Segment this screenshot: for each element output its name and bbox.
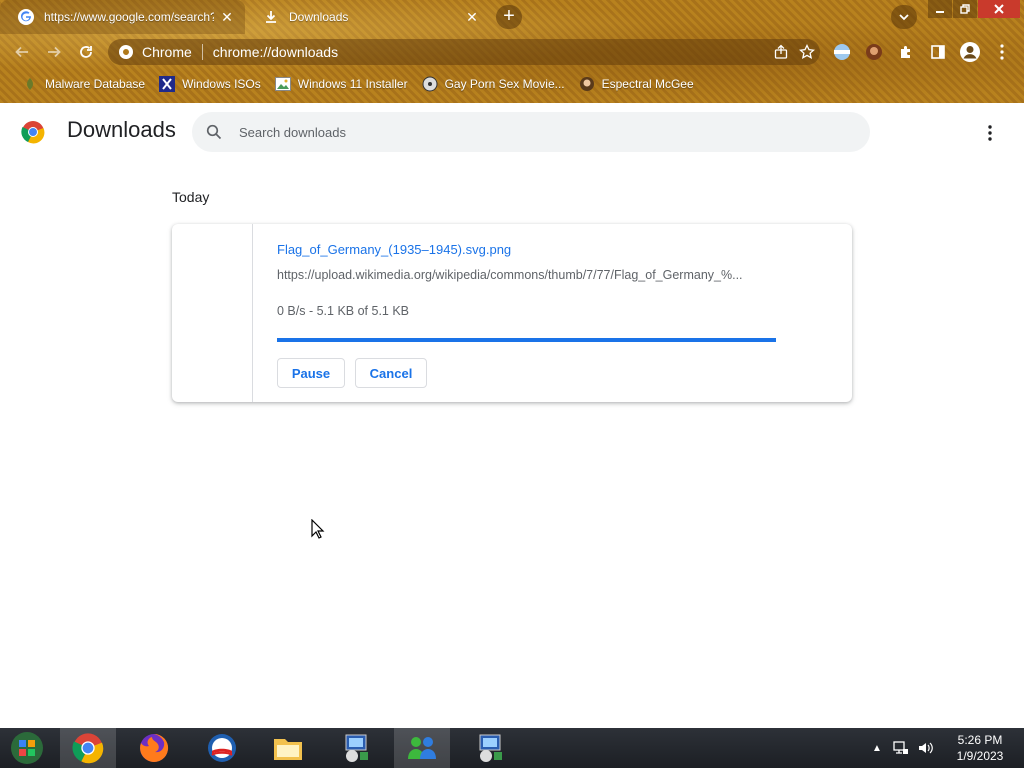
avatar-icon [579, 76, 595, 92]
chrome-icon [72, 733, 104, 764]
reload-icon [80, 46, 92, 58]
start-button[interactable] [0, 728, 54, 768]
tab-downloads[interactable]: Downloads ✕ [245, 0, 490, 34]
download-icon [263, 9, 279, 25]
share-icon[interactable] [768, 39, 794, 65]
firefox-icon [140, 733, 169, 762]
bookmark-windows-isos[interactable]: Windows ISOs [159, 76, 261, 92]
bookmark-label: Malware Database [45, 77, 146, 91]
page-title: Downloads [67, 117, 176, 142]
tab-strip: https://www.google.com/search?q ✕ Downlo… [0, 0, 1024, 34]
forward-arrow-icon [48, 46, 61, 58]
search-input[interactable] [237, 123, 841, 141]
tab-close-icon[interactable]: ✕ [463, 8, 481, 26]
bookmark-movie[interactable]: Gay Porn Sex Movie... [422, 76, 565, 92]
chrome-menu-icon[interactable] [990, 40, 1014, 64]
folder-icon [274, 739, 302, 760]
messenger-people-icon [408, 737, 436, 759]
tab-close-icon[interactable]: ✕ [218, 8, 236, 26]
taskbar-file-explorer[interactable] [260, 728, 316, 768]
volume-tray-icon[interactable] [914, 728, 936, 768]
extension-avatar-icon[interactable] [862, 40, 886, 64]
address-bar[interactable]: Chrome chrome://downloads [108, 39, 820, 65]
date-header: Today [172, 189, 210, 205]
x-icon [159, 76, 176, 92]
new-tab-button[interactable]: + [496, 5, 522, 29]
minimize-button[interactable] [928, 0, 952, 18]
show-hidden-icons[interactable]: ▲ [868, 728, 886, 768]
omnibox-divider [201, 44, 203, 60]
downloads-page: Downloads Today Flag_of_Germany_(1935–19… [0, 103, 1024, 728]
taskbar-chrome[interactable] [60, 728, 116, 768]
bookmarks-bar: Malware Database Windows ISOs Windows 11… [0, 70, 1024, 98]
more-actions-icon[interactable] [978, 121, 1002, 145]
file-name-link[interactable]: Flag_of_Germany_(1935–1945).svg.png [277, 242, 511, 257]
clock-time: 5:26 PM [957, 733, 1003, 747]
bookmark-label: Gay Porn Sex Movie... [444, 77, 565, 91]
bookmark-star-icon[interactable] [794, 39, 820, 65]
chrome-icon [119, 45, 133, 59]
file-icon-area [172, 224, 253, 402]
restore-button[interactable] [953, 0, 977, 18]
chrome-logo-icon [21, 120, 45, 144]
back-arrow-icon [15, 46, 28, 58]
taskbar: ▲ 5:26 PM 1/9/2023 [0, 728, 1024, 768]
taskbar-obama-app[interactable] [194, 728, 250, 768]
tab-title: https://www.google.com/search?q [44, 10, 214, 24]
download-progress-fill [277, 338, 776, 342]
mouse-cursor-icon [311, 519, 325, 539]
taskbar-firefox[interactable] [126, 728, 182, 768]
download-progress-bar [277, 338, 776, 342]
bookmark-label: Windows 11 Installer [297, 77, 408, 91]
source-url[interactable]: https://upload.wikimedia.org/wikipedia/c… [277, 268, 777, 282]
taskbar-network-setup-2[interactable] [462, 728, 518, 768]
chevron-down-icon [899, 14, 909, 21]
close-window-button[interactable] [978, 0, 1020, 18]
bookmark-windows-11-installer[interactable]: Windows 11 Installer [274, 76, 408, 92]
download-item: Flag_of_Germany_(1935–1945).svg.png http… [172, 224, 852, 402]
cancel-button[interactable]: Cancel [355, 358, 427, 388]
download-status: 0 B/s - 5.1 KB of 5.1 KB [277, 304, 410, 318]
extensions-puzzle-icon[interactable] [894, 40, 918, 64]
site-label: Chrome [142, 44, 192, 60]
obama-logo-icon [208, 734, 236, 762]
clock-date: 1/9/2023 [956, 749, 1004, 763]
tab-google-search[interactable]: https://www.google.com/search?q ✕ [0, 0, 245, 34]
start-orb-icon [11, 732, 43, 764]
image-icon [274, 76, 291, 92]
profile-avatar-icon[interactable] [958, 40, 982, 64]
network-setup-icon [479, 734, 502, 762]
toolbar: Chrome chrome://downloads [0, 34, 1024, 70]
tab-search-button[interactable] [891, 5, 917, 29]
url-text[interactable]: chrome://downloads [213, 44, 768, 60]
forward-button[interactable] [40, 38, 68, 66]
search-icon [204, 122, 224, 142]
search-bar[interactable] [192, 112, 870, 152]
taskbar-network-setup[interactable] [328, 728, 384, 768]
network-tray-icon[interactable] [890, 728, 912, 768]
bookmark-label: Espectral McGee [601, 77, 694, 91]
taskbar-messenger[interactable] [394, 728, 450, 768]
google-g-icon [18, 9, 34, 25]
bookmark-malware-database[interactable]: Malware Database [22, 76, 145, 92]
reload-button[interactable] [72, 38, 100, 66]
bookmark-espectral-mcgee[interactable]: Espectral McGee [579, 76, 694, 92]
tab-title: Downloads [289, 10, 349, 24]
back-button[interactable] [8, 38, 36, 66]
pause-button[interactable]: Pause [277, 358, 345, 388]
leaf-icon [22, 76, 38, 92]
network-setup-icon [345, 734, 368, 762]
side-panel-icon[interactable] [926, 40, 950, 64]
system-clock[interactable]: 5:26 PM 1/9/2023 [944, 732, 1016, 764]
extension-flag-icon[interactable] [830, 40, 854, 64]
bookmark-label: Windows ISOs [182, 77, 261, 91]
browser-frame: https://www.google.com/search?q ✕ Downlo… [0, 0, 1024, 103]
disc-icon [422, 76, 438, 92]
site-chip[interactable]: Chrome [118, 44, 192, 60]
